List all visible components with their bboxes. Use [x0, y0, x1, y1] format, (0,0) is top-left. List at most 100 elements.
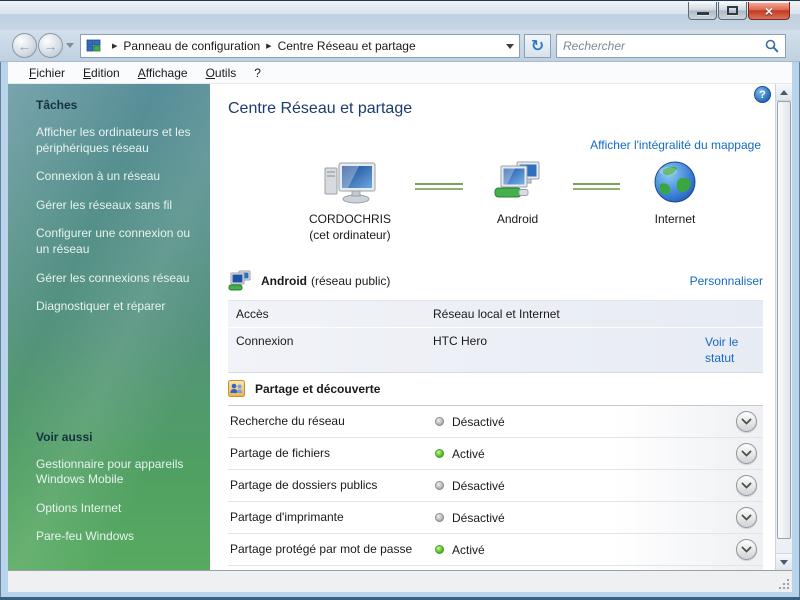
- minimize-button[interactable]: [688, 2, 717, 20]
- address-dropdown-button[interactable]: [501, 35, 519, 57]
- row-label: Partage de fichiers: [230, 445, 435, 461]
- status-text: Désactivé: [452, 479, 505, 493]
- network-small-icon: [228, 270, 252, 292]
- menu-fichier[interactable]: Fichier: [20, 64, 74, 82]
- status-indicator-icon: [435, 545, 444, 554]
- map-node-this-computer[interactable]: CORDOCHRIS (cet ordinateur): [285, 160, 415, 243]
- customize-link[interactable]: Personnaliser: [690, 274, 763, 288]
- chevron-down-icon: [741, 418, 752, 425]
- table-row: Accès Réseau local et Internet: [228, 301, 763, 328]
- close-button[interactable]: ×: [748, 2, 790, 20]
- tasks-header: Tâches: [36, 98, 194, 112]
- row-label: Partage de dossiers publics: [230, 477, 435, 493]
- sharing-people-icon: [228, 380, 245, 397]
- forward-button[interactable]: →: [38, 33, 63, 58]
- sharing-discovery-section: Partage et découverte Recherche du résea…: [228, 380, 763, 570]
- address-bar[interactable]: ▶ Panneau de configuration ▶ Centre Rése…: [80, 34, 520, 58]
- refresh-button[interactable]: ↻: [524, 34, 551, 58]
- sidebar-item-manage-connections[interactable]: Gérer les connexions réseau: [36, 271, 194, 287]
- back-arrow-icon: ←: [18, 38, 32, 54]
- resize-grip[interactable]: [777, 577, 789, 589]
- status-text: Activé: [452, 447, 485, 461]
- map-node-label: Android: [497, 212, 538, 228]
- page-title: Centre Réseau et partage: [228, 100, 412, 118]
- sidebar-item-diagnose-repair[interactable]: Diagnostiquer et réparer: [36, 299, 194, 315]
- maximize-button[interactable]: [718, 2, 747, 20]
- help-button[interactable]: ?: [754, 86, 771, 103]
- scroll-up-button[interactable]: [776, 84, 792, 101]
- search-icon: [765, 39, 779, 53]
- row-status: Activé: [435, 543, 723, 557]
- row-label: Accès: [236, 307, 433, 321]
- window-body: Tâches Afficher les ordinateurs et les p…: [8, 84, 792, 570]
- control-panel-icon: [86, 38, 102, 54]
- help-icon: ?: [759, 89, 766, 101]
- row-value: HTC Hero: [433, 334, 678, 366]
- recent-pages-dropdown-icon[interactable]: [66, 43, 74, 48]
- close-icon: ×: [765, 4, 773, 18]
- sharing-row-password-protected: Partage protégé par mot de passe Activé: [228, 534, 763, 566]
- sidebar-item-windows-mobile[interactable]: Gestionnaire pour appareils Windows Mobi…: [36, 457, 196, 488]
- search-input[interactable]: [557, 35, 765, 57]
- network-details-section: Android (réseau public) Personnaliser Ac…: [228, 270, 763, 373]
- breadcrumb-item-control-panel[interactable]: Panneau de configuration: [123, 39, 260, 53]
- sidebar-item-connect-network[interactable]: Connexion à un réseau: [36, 169, 194, 185]
- status-indicator-icon: [435, 449, 444, 458]
- map-node-internet[interactable]: Internet: [620, 160, 730, 228]
- map-node-label: Internet: [655, 212, 696, 228]
- vertical-scrollbar[interactable]: [775, 84, 792, 570]
- sidebar-item-view-computers[interactable]: Afficher les ordinateurs et les périphér…: [36, 125, 194, 156]
- search-box: [556, 34, 786, 58]
- back-button[interactable]: ←: [12, 33, 37, 58]
- expand-row-button[interactable]: [736, 443, 757, 464]
- menu-edition[interactable]: Edition: [74, 64, 129, 82]
- vista-explorer-window: × ← → ▶ Panneau de configuration ▶ Centr…: [0, 0, 800, 600]
- sidebar-item-manage-wireless[interactable]: Gérer les réseaux sans fil: [36, 198, 194, 214]
- row-status: Désactivé: [435, 479, 723, 493]
- menu-affichage[interactable]: Affichage: [129, 64, 197, 82]
- expand-row-button[interactable]: [736, 411, 757, 432]
- view-full-map-link[interactable]: Afficher l'intégralité du mappage: [590, 138, 761, 152]
- globe-icon: [653, 160, 697, 207]
- scroll-down-button[interactable]: [776, 553, 792, 570]
- chevron-down-icon: [741, 546, 752, 553]
- expand-row-button[interactable]: [736, 507, 757, 528]
- see-also-header: Voir aussi: [36, 430, 196, 444]
- network-header: Android (réseau public) Personnaliser: [228, 270, 763, 292]
- forward-arrow-icon: →: [44, 38, 58, 54]
- expand-row-button[interactable]: [736, 539, 757, 560]
- status-indicator-icon: [435, 513, 444, 522]
- breadcrumb-arrow-icon: ▶: [266, 42, 271, 50]
- sharing-row-file-sharing: Partage de fichiers Activé: [228, 438, 763, 470]
- sharing-title: Partage et découverte: [255, 382, 380, 396]
- expand-row-button[interactable]: [736, 475, 757, 496]
- sidebar-item-setup-connection[interactable]: Configurer une connexion ou un réseau: [36, 226, 194, 257]
- status-indicator-icon: [435, 481, 444, 490]
- scrollbar-thumb[interactable]: [777, 101, 791, 539]
- tasks-sidebar: Tâches Afficher les ordinateurs et les p…: [8, 84, 210, 570]
- status-text: Désactivé: [452, 415, 505, 429]
- menu-help[interactable]: ?: [245, 64, 270, 82]
- network-map: CORDOCHRIS (cet ordinateur): [285, 160, 730, 243]
- sharing-row-printer: Partage d'imprimante Désactivé: [228, 502, 763, 534]
- view-status-link[interactable]: Voir le statut: [705, 334, 763, 366]
- breadcrumb-item-network-center[interactable]: Centre Réseau et partage: [278, 39, 416, 53]
- map-connection-line: [415, 183, 463, 190]
- refresh-icon: ↻: [531, 36, 544, 56]
- chevron-down-icon: [506, 44, 514, 49]
- map-node-network-android[interactable]: Android: [463, 160, 573, 228]
- sidebar-item-windows-firewall[interactable]: Pare-feu Windows: [36, 529, 196, 545]
- menu-outils[interactable]: Outils: [197, 64, 246, 82]
- sidebar-item-internet-options[interactable]: Options Internet: [36, 501, 196, 517]
- status-text: Activé: [452, 543, 485, 557]
- row-status: Activé: [435, 447, 723, 461]
- row-value: Réseau local et Internet: [433, 307, 678, 321]
- see-also-section: Voir aussi Gestionnaire pour appareils W…: [36, 430, 196, 558]
- maximize-icon: [727, 6, 738, 15]
- row-label: Partage d'imprimante: [230, 509, 435, 525]
- network-name: Android: [261, 274, 307, 288]
- menu-bar: Fichier Edition Affichage Outils ?: [8, 62, 792, 84]
- computer-icon: [323, 160, 377, 207]
- navigation-toolbar: ← → ▶ Panneau de configuration ▶ Centre …: [0, 30, 800, 62]
- row-label: Recherche du réseau: [230, 413, 435, 429]
